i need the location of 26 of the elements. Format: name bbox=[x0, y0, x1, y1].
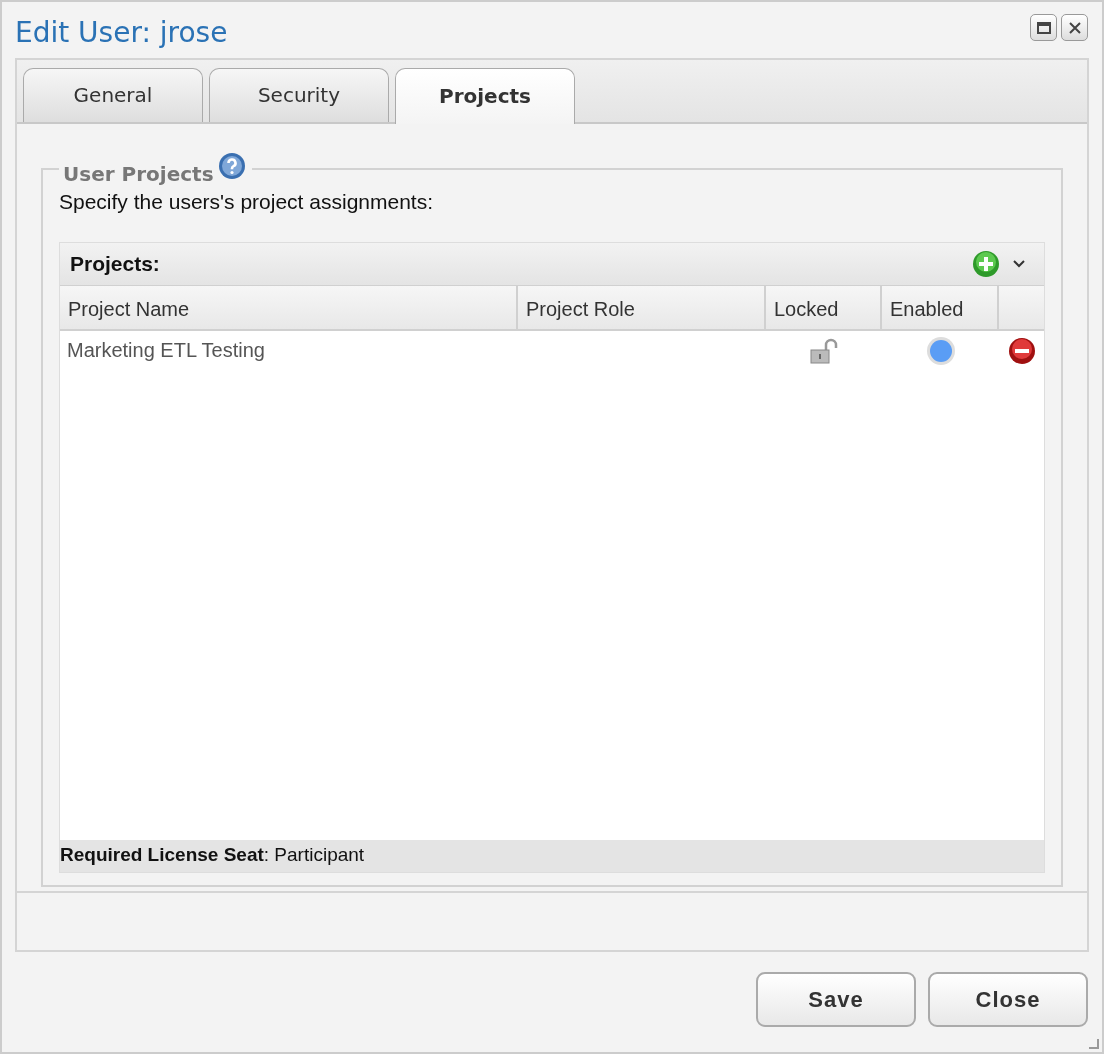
maximize-icon bbox=[1036, 21, 1051, 34]
tab[interactable]: Security bbox=[209, 68, 389, 122]
resize-grip-icon[interactable] bbox=[1089, 1039, 1099, 1049]
tab[interactable]: Projects bbox=[395, 68, 575, 124]
license-seat-text: Required License Seat: Participant bbox=[60, 839, 1044, 872]
section-description: Specify the users's project assignments: bbox=[59, 189, 434, 214]
column-header[interactable]: Enabled bbox=[882, 285, 999, 329]
section-legend: User Projects bbox=[63, 161, 214, 186]
remove-icon[interactable] bbox=[1007, 336, 1036, 365]
table-cell-text: Marketing ETL Testing bbox=[66, 339, 266, 362]
grid-title: Projects: bbox=[70, 251, 161, 276]
dialog-button[interactable]: Save bbox=[756, 972, 916, 1027]
chevron-down-icon[interactable] bbox=[1012, 258, 1026, 269]
column-header[interactable]: Project Name bbox=[60, 285, 518, 329]
column-header[interactable]: Project Role bbox=[518, 285, 766, 329]
help-icon[interactable] bbox=[217, 151, 246, 180]
unlocked-padlock-icon[interactable] bbox=[809, 337, 839, 364]
maximize-button[interactable] bbox=[1030, 14, 1057, 41]
tab[interactable]: General bbox=[23, 68, 203, 122]
column-header[interactable]: Locked bbox=[766, 285, 882, 329]
dialog-button[interactable]: Close bbox=[928, 972, 1088, 1027]
close-button[interactable] bbox=[1061, 14, 1088, 41]
enabled-dot-icon[interactable] bbox=[925, 335, 956, 366]
window-title: Edit User: jrose bbox=[15, 16, 228, 49]
add-icon[interactable] bbox=[972, 249, 1000, 278]
close-icon bbox=[1068, 21, 1081, 34]
